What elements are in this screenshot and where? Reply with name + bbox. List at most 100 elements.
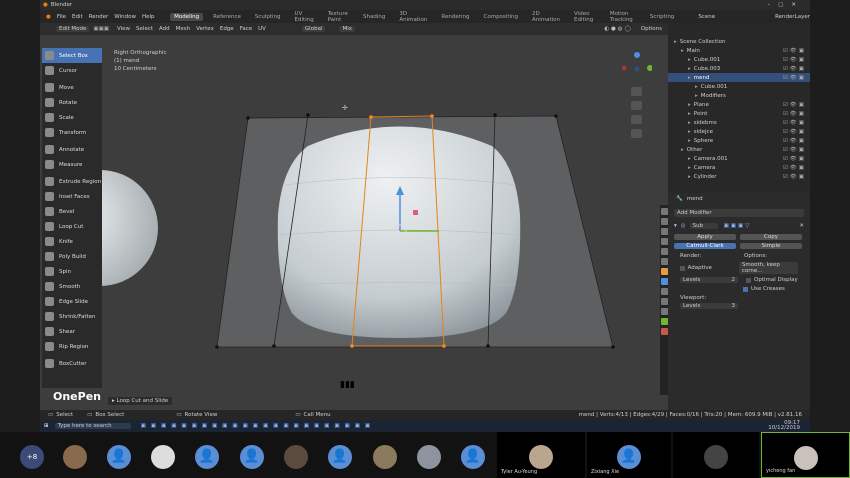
visibility-toggle-icons[interactable]: ☑👁▣ (783, 48, 806, 54)
menu-view[interactable]: View (117, 26, 130, 32)
tab-texture-paint[interactable]: Texture Paint (324, 10, 353, 24)
tab-sculpting[interactable]: Sculpting (251, 13, 285, 21)
expand-arrow-icon[interactable]: ▸ (688, 174, 691, 180)
expand-arrow-icon[interactable]: ▸ (688, 57, 691, 63)
navigation-gizmo[interactable] (621, 49, 653, 139)
tab-rendering[interactable]: Rendering (437, 13, 473, 21)
use-creases-checkbox[interactable] (743, 286, 748, 292)
tab-uv-editing[interactable]: UV Editing (291, 10, 318, 24)
tool-rotate[interactable]: Rotate (42, 95, 102, 110)
outliner-item[interactable]: ▸ Plane ☑👁▣ (668, 100, 810, 109)
visibility-toggle-icons[interactable]: ☑👁▣ (783, 111, 806, 117)
tool-poly-build[interactable]: Poly Build (42, 249, 102, 264)
more-participants-badge[interactable]: +8 (20, 445, 44, 469)
menu-uv[interactable]: UV (258, 26, 266, 32)
outliner-item[interactable]: ▸ Camera ☑👁▣ (668, 163, 810, 172)
visibility-toggle-icons[interactable]: ☑👁▣ (783, 66, 806, 72)
participant-avatar-photo[interactable] (284, 445, 308, 469)
output-tab-icon[interactable] (661, 228, 668, 235)
outliner-item[interactable]: ▸ Modifiers (668, 91, 810, 100)
participant-avatar-icon[interactable]: 👤 (461, 445, 485, 469)
tool-smooth[interactable]: Smooth (42, 279, 102, 294)
tab-motion-tracking[interactable]: Motion Tracking (606, 10, 640, 24)
participant-avatar-photo[interactable] (151, 445, 175, 469)
simple-button[interactable]: Simple (740, 243, 802, 249)
menu-edge[interactable]: Edge (220, 26, 234, 32)
tool-inset-faces[interactable]: Inset Faces (42, 189, 102, 204)
tool-spin[interactable]: Spin (42, 264, 102, 279)
menu-select[interactable]: Select (136, 26, 153, 32)
view-layer-tab-icon[interactable] (661, 238, 668, 245)
expand-arrow-icon[interactable]: ▸ (688, 165, 691, 171)
expand-arrow-icon[interactable]: ▸ (688, 156, 691, 162)
tool-measure[interactable]: Measure (42, 157, 102, 172)
menu-render[interactable]: Render (89, 14, 109, 20)
taskbar-search[interactable]: Type here to search (54, 423, 131, 429)
physics-tab-icon[interactable] (661, 298, 668, 305)
scene-selector[interactable]: Scene (698, 14, 715, 20)
visibility-toggle-icons[interactable]: ☑👁▣ (783, 120, 806, 126)
constraints-tab-icon[interactable] (661, 308, 668, 315)
outliner-item[interactable]: ▸ Other ☑👁▣ (668, 145, 810, 154)
tool-select-box[interactable]: Select Box (42, 48, 102, 63)
viewport-levels-field[interactable]: Levels 3 (680, 303, 738, 309)
expand-arrow-icon[interactable]: ▸ (688, 66, 691, 72)
expand-arrow-icon[interactable]: ▸ (681, 147, 684, 153)
options-dropdown[interactable]: Options (641, 26, 662, 32)
modifier-close-icon[interactable]: ✕ (799, 223, 804, 229)
last-operation-panel[interactable]: ▸ Loop Cut and Slide (108, 397, 173, 405)
tab-scripting[interactable]: Scripting (646, 13, 678, 21)
expand-arrow-icon[interactable]: ▸ (695, 93, 698, 99)
expand-arrow-icon[interactable]: ▸ (688, 75, 691, 81)
tool-knife[interactable]: Knife (42, 234, 102, 249)
tool-annotate[interactable]: Annotate (42, 142, 102, 157)
pivot-selector[interactable]: Mix (339, 26, 355, 32)
tool-bevel[interactable]: Bevel (42, 204, 102, 219)
render-layer-selector[interactable]: RenderLayer (775, 14, 810, 20)
tool-shrink-fatten[interactable]: Shrink/Fatten (42, 309, 102, 324)
outliner-item[interactable]: ▸ sidebms ☑👁▣ (668, 118, 810, 127)
scene-tab-icon[interactable] (661, 248, 668, 255)
visibility-toggle-icons[interactable]: ☑👁▣ (783, 75, 806, 81)
tool-transform[interactable]: Transform (42, 125, 102, 140)
visibility-toggle-icons[interactable]: ☑👁▣ (783, 156, 806, 162)
menu-vertex[interactable]: Vertex (196, 26, 214, 32)
modifier-tab-icon[interactable] (661, 278, 668, 285)
expand-arrow-icon[interactable]: ▸ (688, 120, 691, 126)
participant-avatar-icon[interactable]: 👤 (107, 445, 131, 469)
material-tab-icon[interactable] (661, 328, 668, 335)
3d-viewport[interactable]: ✛ Right Orthographic (1) mend 10 Centime… (40, 35, 668, 410)
menu-edit[interactable]: Edit (72, 14, 83, 20)
tab-video-editing[interactable]: Video Editing (570, 10, 600, 24)
outliner-item[interactable]: ▸ Sphere ☑👁▣ (668, 136, 810, 145)
transform-orientation[interactable]: Global (301, 26, 326, 32)
tool-edge-slide[interactable]: Edge Slide (42, 294, 102, 309)
particles-tab-icon[interactable] (661, 288, 668, 295)
visibility-toggle-icons[interactable]: ☑👁▣ (783, 129, 806, 135)
taskbar-clock[interactable]: 09:17 10/12/2019 (768, 420, 800, 431)
participant-tile[interactable] (673, 432, 759, 478)
visibility-toggle-icons[interactable]: ☑👁▣ (783, 147, 806, 153)
participant-avatar-icon[interactable]: 👤 (328, 445, 352, 469)
outliner-item[interactable]: ▸ Cylinder ☑👁▣ (668, 172, 810, 181)
expand-arrow-icon[interactable]: ▸ (688, 138, 691, 144)
render-tab-icon[interactable] (661, 218, 668, 225)
participant-avatar-icon[interactable]: 👤 (240, 445, 264, 469)
tab-3d-animation[interactable]: 3D Animation (395, 10, 431, 24)
render-levels-field[interactable]: Levels 2 (680, 277, 738, 283)
tool-tab-icon[interactable] (661, 208, 668, 215)
add-modifier-dropdown[interactable]: Add Modifier (674, 209, 804, 217)
uv-smooth-dropdown[interactable]: Smooth, keep corne... (738, 262, 798, 274)
select-mode-icons[interactable]: ▣▣▣ (93, 26, 109, 32)
outliner-item[interactable]: ▸ Point ☑👁▣ (668, 109, 810, 118)
participant-avatar-photo[interactable] (63, 445, 87, 469)
menu-face[interactable]: Face (240, 26, 252, 32)
data-tab-icon[interactable] (661, 318, 668, 325)
modifier-toggle-icons[interactable]: ▣▣▣▽ (724, 223, 752, 229)
outliner-item[interactable]: ▸ Main ☑👁▣ (668, 46, 810, 55)
taskbar-apps[interactable]: ▣▣▣▣▣▣▣▣▣▣▣▣▣▣▣▣▣▣▣▣▣▣▣ (141, 423, 376, 429)
object-tab-icon[interactable] (661, 268, 668, 275)
visibility-toggle-icons[interactable]: ☑👁▣ (783, 138, 806, 144)
collapse-arrow-icon[interactable]: ▾ (674, 223, 677, 229)
outliner-item[interactable]: ▸ Cube.003 ☑👁▣ (668, 64, 810, 73)
